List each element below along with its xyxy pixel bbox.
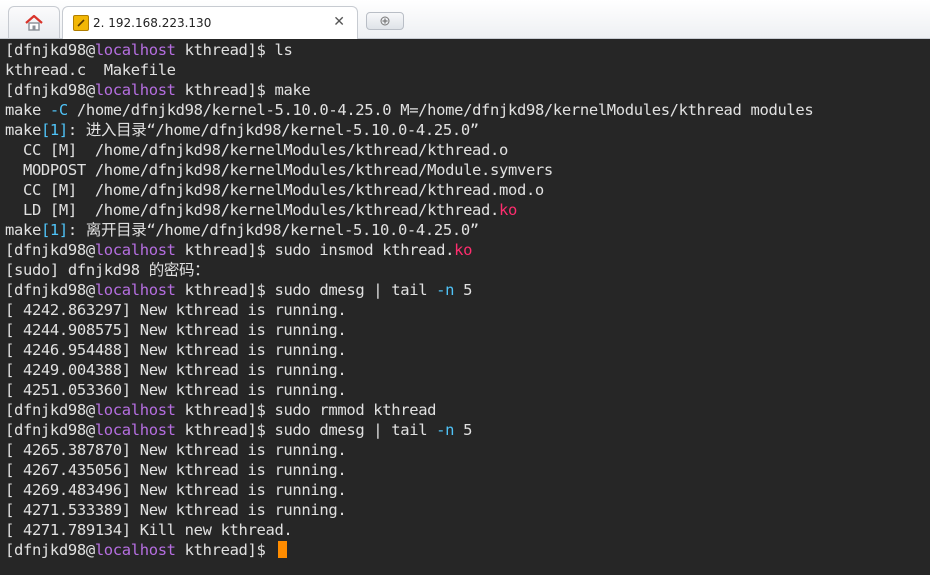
terminal-line: kthread.c Makefile	[5, 61, 176, 79]
terminal-line: [ 4271.533389] New kthread is running.	[5, 501, 347, 519]
terminal-line: [ 4246.954488] New kthread is running.	[5, 341, 347, 359]
home-tab[interactable]	[8, 6, 60, 38]
terminal-line: [dfnjkd98@localhost kthread]$ make	[5, 81, 311, 99]
terminal-line: [ 4271.789134] Kill new kthread.	[5, 521, 293, 539]
close-icon[interactable]: ✕	[333, 14, 345, 30]
terminal-line: CC [M] /home/dfnjkd98/kernelModules/kthr…	[5, 141, 508, 159]
terminal-line: [dfnjkd98@localhost kthread]$ ls	[5, 41, 293, 59]
new-tab-icon	[380, 16, 390, 26]
terminal-line: [dfnjkd98@localhost kthread]$ sudo dmesg…	[5, 281, 473, 299]
tab-session[interactable]: 2. 192.168.223.130 ✕	[62, 6, 358, 39]
home-icon	[25, 14, 43, 31]
terminal-cursor[interactable]	[278, 541, 288, 558]
terminal-line: [dfnjkd98@localhost kthread]$ sudo rmmod…	[5, 401, 437, 419]
terminal-line: [ 4249.004388] New kthread is running.	[5, 361, 347, 379]
tab-bar: 2. 192.168.223.130 ✕	[0, 0, 930, 39]
terminal-output[interactable]: [dfnjkd98@localhost kthread]$ ls kthread…	[0, 39, 930, 575]
terminal-line: [ 4244.908575] New kthread is running.	[5, 321, 347, 339]
session-tab-title: 2. 192.168.223.130	[93, 16, 212, 30]
terminal-line: CC [M] /home/dfnjkd98/kernelModules/kthr…	[5, 181, 544, 199]
terminal-line: [ 4242.863297] New kthread is running.	[5, 301, 347, 319]
terminal-line: make[1]: 离开目录“/home/dfnjkd98/kernel-5.10…	[5, 221, 479, 239]
terminal-line: make[1]: 进入目录“/home/dfnjkd98/kernel-5.10…	[5, 121, 479, 139]
new-tab-button[interactable]	[366, 12, 404, 30]
terminal-line: LD [M] /home/dfnjkd98/kernelModules/kthr…	[5, 201, 517, 219]
terminal-line: [ 4251.053360] New kthread is running.	[5, 381, 347, 399]
terminal-line: make -C /home/dfnjkd98/kernel-5.10.0-4.2…	[5, 101, 814, 119]
terminal-prompt-line: [dfnjkd98@localhost kthread]$	[5, 540, 288, 560]
terminal-line: [ 4267.435056] New kthread is running.	[5, 461, 347, 479]
terminal-line: MODPOST /home/dfnjkd98/kernelModules/kth…	[5, 161, 553, 179]
terminal-line: [sudo] dfnjkd98 的密码：	[5, 261, 210, 279]
terminal-line: [dfnjkd98@localhost kthread]$ sudo insmo…	[5, 241, 473, 259]
terminal-line: [dfnjkd98@localhost kthread]$ sudo dmesg…	[5, 421, 473, 439]
terminal-session-icon	[73, 15, 89, 31]
terminal-line: [ 4265.387870] New kthread is running.	[5, 441, 347, 459]
terminal-line: [ 4269.483496] New kthread is running.	[5, 481, 347, 499]
